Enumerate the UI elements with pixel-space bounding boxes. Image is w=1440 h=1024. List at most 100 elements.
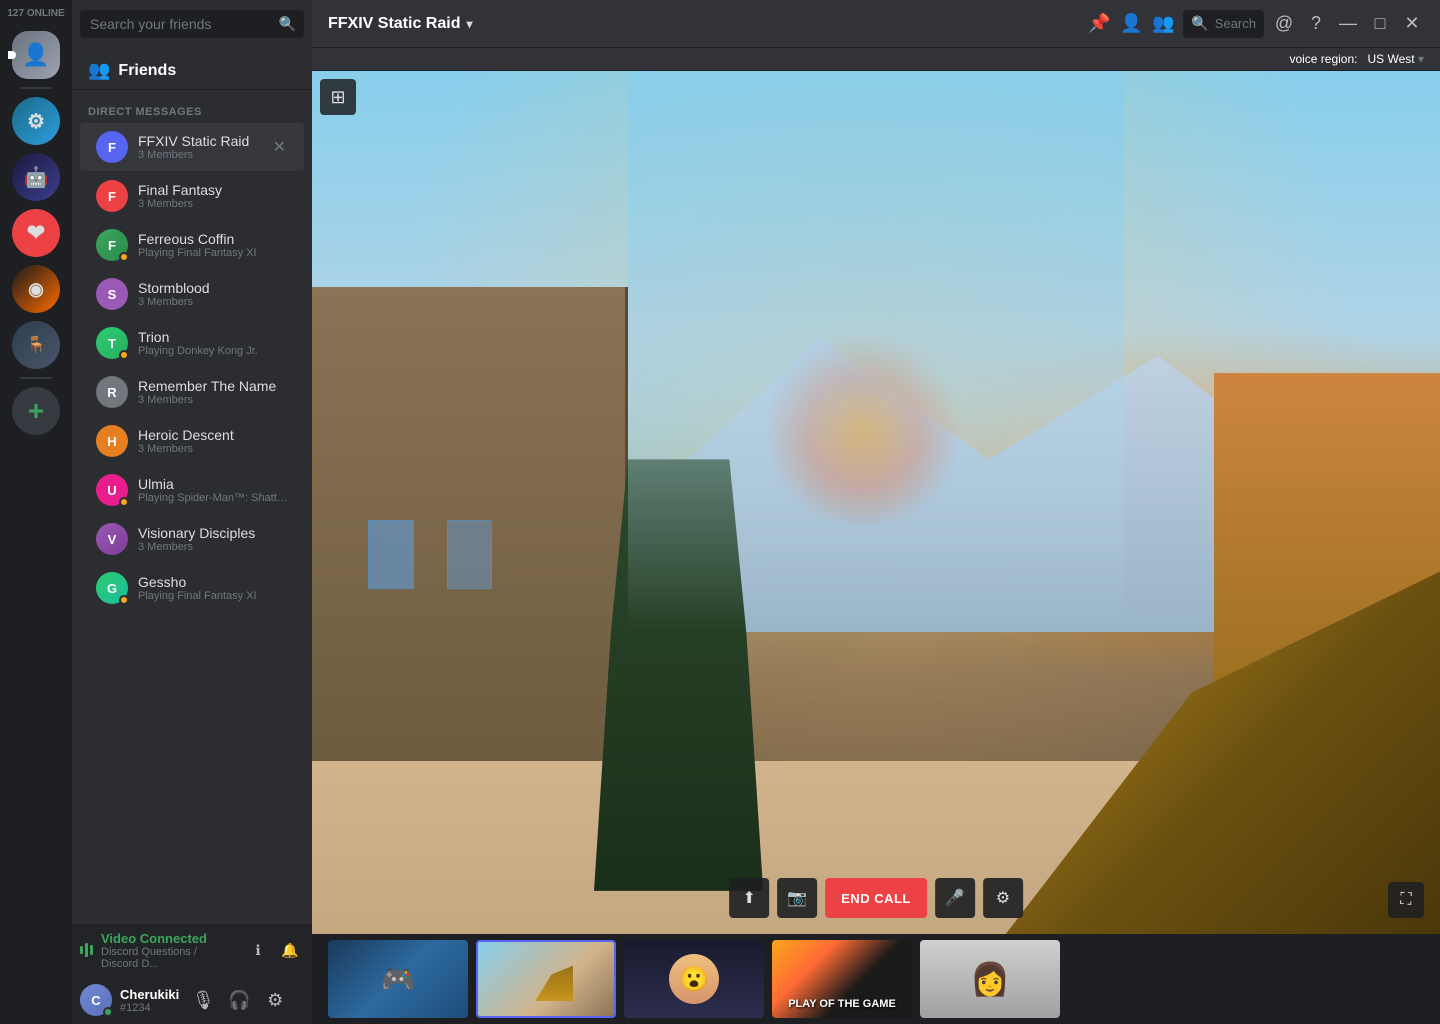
end-call-button[interactable]: END CALL <box>825 878 927 918</box>
dm-item-ffxiv[interactable]: F FFXIV Static Raid 3 Members ✕ <box>80 123 304 171</box>
voice-status: Video Connected Discord Questions / Disc… <box>101 931 236 970</box>
dm-item-heroic[interactable]: H Heroic Descent 3 Members ✕ <box>80 417 304 465</box>
maximize-icon[interactable]: □ <box>1368 12 1392 36</box>
guild2-wrapper: 🤖 <box>12 153 60 201</box>
dm-info-ff: Final Fantasy 3 Members <box>138 182 288 210</box>
channel-dropdown-icon[interactable]: ▾ <box>466 17 472 31</box>
dm-item-ulmia[interactable]: U Ulmia Playing Spider-Man™: Shattered D… <box>80 466 304 514</box>
thumb-1[interactable]: 🎮 <box>328 940 468 1018</box>
window-2 <box>447 520 492 589</box>
main-video-container: ⊞ ⬆ 📷 END CALL 🎤 ⚙ ⛶ <box>312 71 1440 934</box>
voice-bar-1 <box>80 946 83 954</box>
dm-name-ferreous: Ferreous Coffin <box>138 231 288 247</box>
dm-name-trion: Trion <box>138 329 288 345</box>
guild1-icon[interactable]: ⚙ <box>12 97 60 145</box>
dm-close-ffxiv[interactable]: ✕ <box>271 135 288 159</box>
thumb-2[interactable] <box>476 940 616 1018</box>
add-server-icon[interactable]: + <box>12 387 60 435</box>
user-bottom-bar: Video Connected Discord Questions / Disc… <box>72 924 312 976</box>
dm-item-gessho[interactable]: G Gessho Playing Final Fantasy XI ✕ <box>80 564 304 612</box>
mention-icon[interactable]: @ <box>1272 12 1296 36</box>
camera-button[interactable]: 📷 <box>777 878 817 918</box>
thumb-1-bg: 🎮 <box>328 940 468 1018</box>
voice-status-sub: Discord Questions / Discord D... <box>101 946 236 970</box>
thumb-5-bg: 👩 <box>920 940 1060 1018</box>
user-avatar: C <box>80 984 112 1016</box>
dm-item-ff[interactable]: F Final Fantasy 3 Members ✕ <box>80 172 304 220</box>
user-settings-button[interactable]: ⚙ <box>259 984 291 1016</box>
server-divider-1 <box>20 87 52 89</box>
home-server-icon[interactable]: 👤 <box>12 31 60 79</box>
thumb-5[interactable]: 👩 <box>920 940 1060 1018</box>
settings-button[interactable]: ⚙ <box>983 878 1023 918</box>
dm-avatar-ff: F <box>96 180 128 212</box>
voice-action-buttons: ℹ 🔔 <box>244 936 304 964</box>
dm-info-ferreous: Ferreous Coffin Playing Final Fantasy XI <box>138 231 288 259</box>
close-icon[interactable]: ✕ <box>1400 12 1424 36</box>
add-friend-icon[interactable]: 👤 <box>1119 12 1143 36</box>
guild3-icon[interactable]: ❤ <box>12 209 60 257</box>
thumb-3-bg: 😮 <box>624 940 764 1018</box>
search-bar[interactable]: 🔍 Search <box>1183 10 1264 38</box>
dm-avatar-ferreous: F <box>96 229 128 261</box>
sky-detail <box>628 71 1124 632</box>
thumb-4-game: PLAY OF THE GAME <box>772 940 912 1018</box>
main-content: FFXIV Static Raid ▾ 📌 👤 👥 🔍 Search @ ? —… <box>312 0 1440 1024</box>
mute-button[interactable]: 🎙 <box>187 984 219 1016</box>
mic-button[interactable]: 🎤 <box>935 878 975 918</box>
dm-sub-visionary: 3 Members <box>138 541 288 553</box>
deafen-button[interactable]: 🎧 <box>223 984 255 1016</box>
info-button[interactable]: ℹ <box>244 936 272 964</box>
pin-icon[interactable]: 📌 <box>1087 12 1111 36</box>
thumb-3[interactable]: 😮 <box>624 940 764 1018</box>
dm-info-ulmia: Ulmia Playing Spider-Man™: Shattered Dim… <box>138 476 288 504</box>
fullscreen-button[interactable]: ⛶ <box>1388 882 1424 918</box>
voice-bar-3 <box>90 945 93 955</box>
dm-info-heroic: Heroic Descent 3 Members <box>138 427 288 455</box>
friends-search-input[interactable] <box>80 10 304 38</box>
thumb-3-person: 😮 <box>624 940 764 1018</box>
server-divider-2 <box>20 377 52 379</box>
dm-item-ferreous[interactable]: F Ferreous Coffin Playing Final Fantasy … <box>80 221 304 269</box>
dm-avatar-remember: R <box>96 376 128 408</box>
user-area: C Cherukiki #1234 🎙 🎧 ⚙ <box>72 976 312 1024</box>
dm-item-storm[interactable]: S Stormblood 3 Members ✕ <box>80 270 304 318</box>
status-dot-ferreous <box>119 252 129 262</box>
thumb-1-icon: 🎮 <box>381 963 416 996</box>
minimize-icon[interactable]: — <box>1336 12 1360 36</box>
thumb-4[interactable]: PLAY OF THE GAME <box>772 940 912 1018</box>
voice-region-label: voice region: <box>1289 52 1357 66</box>
guild4-icon[interactable]: ◉ <box>12 265 60 313</box>
share-screen-button[interactable]: ⬆ <box>729 878 769 918</box>
dm-section-label: DIRECT MESSAGES <box>72 90 312 122</box>
guild2-icon[interactable]: 🤖 <box>12 153 60 201</box>
add-server-wrapper: + <box>12 387 60 435</box>
dm-avatar-heroic: H <box>96 425 128 457</box>
dm-name-storm: Stormblood <box>138 280 288 296</box>
dm-item-trion[interactable]: T Trion Playing Donkey Kong Jr. ✕ <box>80 319 304 367</box>
thumb-4-label: PLAY OF THE GAME <box>788 998 896 1010</box>
friends-search-wrapper: 🔍 <box>80 10 304 38</box>
dm-name-ff: Final Fantasy <box>138 182 288 198</box>
dm-name-gessho: Gessho <box>138 574 288 590</box>
voice-connected-row: Video Connected Discord Questions / Disc… <box>80 931 236 970</box>
dm-item-remember[interactable]: R Remember The Name 3 Members ✕ <box>80 368 304 416</box>
dm-sub-ferreous: Playing Final Fantasy XI <box>138 247 288 259</box>
dm-sub-ulmia: Playing Spider-Man™: Shattered Dimen... <box>138 492 288 504</box>
dm-list: F FFXIV Static Raid 3 Members ✕ F Final … <box>72 122 312 924</box>
manage-members-icon[interactable]: 👥 <box>1151 12 1175 36</box>
search-bar-icon: 🔍 <box>1191 15 1208 32</box>
help-icon[interactable]: ? <box>1304 12 1328 36</box>
video-layout-button[interactable]: ⊞ <box>320 79 356 115</box>
activity-button[interactable]: 🔔 <box>276 936 304 964</box>
dm-avatar-ffxiv: F <box>96 131 128 163</box>
voice-region-value[interactable]: US West <box>1368 52 1415 66</box>
friends-header-text: Friends <box>118 62 176 80</box>
user-status-dot <box>103 1007 113 1017</box>
guild5-icon[interactable]: 🪑 <box>12 321 60 369</box>
dm-info-visionary: Visionary Disciples 3 Members <box>138 525 288 553</box>
dm-item-visionary[interactable]: V Visionary Disciples 3 Members ✕ <box>80 515 304 563</box>
dm-sub-heroic: 3 Members <box>138 443 288 455</box>
video-controls: ⬆ 📷 END CALL 🎤 ⚙ <box>729 878 1023 918</box>
voice-region-dropdown-icon[interactable]: ▾ <box>1418 52 1424 66</box>
